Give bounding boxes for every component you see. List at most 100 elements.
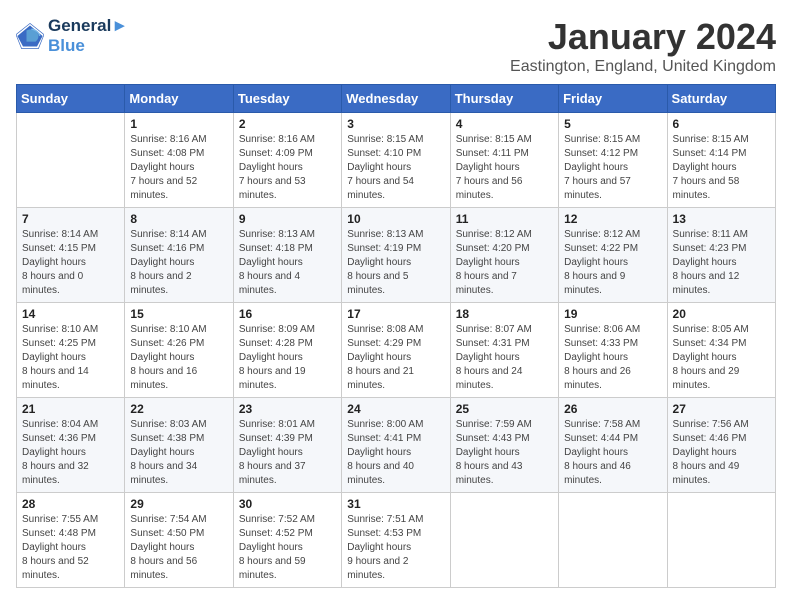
day-number: 18 [456, 307, 553, 321]
day-cell: 25Sunrise: 7:59 AMSunset: 4:43 PMDayligh… [450, 398, 558, 493]
day-info: Sunrise: 7:54 AMSunset: 4:50 PMDaylight … [130, 513, 227, 583]
day-number: 25 [456, 402, 553, 416]
day-info: Sunrise: 8:10 AMSunset: 4:25 PMDaylight … [22, 323, 119, 393]
day-info: Sunrise: 8:15 AMSunset: 4:10 PMDaylight … [347, 133, 444, 203]
day-cell: 1 Sunrise: 8:16 AMSunset: 4:08 PMDaylight… [125, 113, 233, 208]
day-cell: 16 Sunrise: 8:09 AMSunset: 4:28 PMDayligh… [233, 303, 341, 398]
day-info: Sunrise: 8:09 AMSunset: 4:28 PMDaylight … [239, 323, 336, 393]
day-info: Sunrise: 8:15 AMSunset: 4:12 PMDaylight … [564, 133, 661, 203]
day-number: 8 [130, 212, 227, 226]
day-info: Sunrise: 7:56 AMSunset: 4:46 PMDaylight … [673, 418, 770, 488]
day-number: 3 [347, 117, 444, 131]
day-info: Sunrise: 8:01 AMSunset: 4:39 PMDaylight … [239, 418, 336, 488]
day-info: Sunrise: 8:15 AMSunset: 4:14 PMDaylight … [673, 133, 770, 203]
week-row-4: 21Sunrise: 8:04 AMSunset: 4:36 PMDayligh… [17, 398, 776, 493]
day-number: 10 [347, 212, 444, 226]
column-header-friday: Friday [559, 85, 667, 113]
day-cell: 31 Sunrise: 7:51 AMSunset: 4:53 PMDayligh… [342, 493, 450, 588]
day-number: 13 [673, 212, 770, 226]
day-number: 9 [239, 212, 336, 226]
calendar-title: January 2024 [510, 16, 776, 58]
day-number: 31 [347, 497, 444, 511]
day-info: Sunrise: 8:16 AMSunset: 4:09 PMDaylight … [239, 133, 336, 203]
day-cell: 6 Sunrise: 8:15 AMSunset: 4:14 PMDaylight… [667, 113, 775, 208]
day-cell: 18Sunrise: 8:07 AMSunset: 4:31 PMDayligh… [450, 303, 558, 398]
day-cell: 20 Sunrise: 8:05 AMSunset: 4:34 PMDayligh… [667, 303, 775, 398]
day-info: Sunrise: 8:12 AMSunset: 4:22 PMDaylight … [564, 228, 661, 298]
day-number: 24 [347, 402, 444, 416]
column-header-monday: Monday [125, 85, 233, 113]
day-cell: 4 Sunrise: 8:15 AMSunset: 4:11 PMDaylight… [450, 113, 558, 208]
day-number: 5 [564, 117, 661, 131]
week-row-5: 28Sunrise: 7:55 AMSunset: 4:48 PMDayligh… [17, 493, 776, 588]
column-header-sunday: Sunday [17, 85, 125, 113]
day-cell: 17 Sunrise: 8:08 AMSunset: 4:29 PMDayligh… [342, 303, 450, 398]
day-cell: 27 Sunrise: 7:56 AMSunset: 4:46 PMDayligh… [667, 398, 775, 493]
column-header-saturday: Saturday [667, 85, 775, 113]
day-info: Sunrise: 8:08 AMSunset: 4:29 PMDaylight … [347, 323, 444, 393]
day-info: Sunrise: 8:00 AMSunset: 4:41 PMDaylight … [347, 418, 444, 488]
column-header-thursday: Thursday [450, 85, 558, 113]
title-block: January 2024 Eastington, England, United… [510, 16, 776, 76]
day-cell: 19 Sunrise: 8:06 AMSunset: 4:33 PMDayligh… [559, 303, 667, 398]
day-number: 23 [239, 402, 336, 416]
day-number: 20 [673, 307, 770, 321]
logo-text: General► Blue [48, 16, 128, 56]
day-cell: 3 Sunrise: 8:15 AMSunset: 4:10 PMDaylight… [342, 113, 450, 208]
day-info: Sunrise: 8:05 AMSunset: 4:34 PMDaylight … [673, 323, 770, 393]
day-info: Sunrise: 8:14 AMSunset: 4:16 PMDaylight … [130, 228, 227, 298]
day-number: 4 [456, 117, 553, 131]
day-info: Sunrise: 8:14 AMSunset: 4:15 PMDaylight … [22, 228, 119, 298]
calendar-subtitle: Eastington, England, United Kingdom [510, 58, 776, 76]
day-cell: 30 Sunrise: 7:52 AMSunset: 4:52 PMDayligh… [233, 493, 341, 588]
day-cell [17, 113, 125, 208]
header-row: SundayMondayTuesdayWednesdayThursdayFrid… [17, 85, 776, 113]
logo: General► Blue [16, 16, 128, 56]
day-info: Sunrise: 8:11 AMSunset: 4:23 PMDaylight … [673, 228, 770, 298]
day-cell: 12Sunrise: 8:12 AMSunset: 4:22 PMDayligh… [559, 208, 667, 303]
day-number: 7 [22, 212, 119, 226]
day-number: 15 [130, 307, 227, 321]
week-row-3: 14 Sunrise: 8:10 AMSunset: 4:25 PMDayligh… [17, 303, 776, 398]
column-header-tuesday: Tuesday [233, 85, 341, 113]
day-number: 14 [22, 307, 119, 321]
day-number: 22 [130, 402, 227, 416]
day-info: Sunrise: 8:06 AMSunset: 4:33 PMDaylight … [564, 323, 661, 393]
day-info: Sunrise: 8:10 AMSunset: 4:26 PMDaylight … [130, 323, 227, 393]
day-number: 1 [130, 117, 227, 131]
day-number: 17 [347, 307, 444, 321]
day-cell [559, 493, 667, 588]
day-cell: 8 Sunrise: 8:14 AMSunset: 4:16 PMDaylight… [125, 208, 233, 303]
day-cell: 2Sunrise: 8:16 AMSunset: 4:09 PMDaylight… [233, 113, 341, 208]
day-info: Sunrise: 7:51 AMSunset: 4:53 PMDaylight … [347, 513, 444, 583]
day-cell: 13 Sunrise: 8:11 AMSunset: 4:23 PMDayligh… [667, 208, 775, 303]
logo-icon [16, 22, 44, 50]
day-number: 16 [239, 307, 336, 321]
day-cell: 23 Sunrise: 8:01 AMSunset: 4:39 PMDayligh… [233, 398, 341, 493]
day-cell: 14 Sunrise: 8:10 AMSunset: 4:25 PMDayligh… [17, 303, 125, 398]
page-header: General► Blue January 2024 Eastington, E… [16, 16, 776, 76]
day-cell: 15 Sunrise: 8:10 AMSunset: 4:26 PMDayligh… [125, 303, 233, 398]
day-cell: 26Sunrise: 7:58 AMSunset: 4:44 PMDayligh… [559, 398, 667, 493]
day-cell: 24 Sunrise: 8:00 AMSunset: 4:41 PMDayligh… [342, 398, 450, 493]
day-number: 21 [22, 402, 119, 416]
day-number: 11 [456, 212, 553, 226]
day-number: 30 [239, 497, 336, 511]
day-cell: 7 Sunrise: 8:14 AMSunset: 4:15 PMDaylight… [17, 208, 125, 303]
day-cell [667, 493, 775, 588]
day-info: Sunrise: 8:16 AMSunset: 4:08 PMDaylight … [130, 133, 227, 203]
day-number: 6 [673, 117, 770, 131]
day-cell: 28Sunrise: 7:55 AMSunset: 4:48 PMDayligh… [17, 493, 125, 588]
day-cell: 22Sunrise: 8:03 AMSunset: 4:38 PMDayligh… [125, 398, 233, 493]
day-info: Sunrise: 8:13 AMSunset: 4:19 PMDaylight … [347, 228, 444, 298]
day-number: 19 [564, 307, 661, 321]
calendar-table: SundayMondayTuesdayWednesdayThursdayFrid… [16, 84, 776, 588]
day-cell [450, 493, 558, 588]
day-number: 26 [564, 402, 661, 416]
day-cell: 9 Sunrise: 8:13 AMSunset: 4:18 PMDaylight… [233, 208, 341, 303]
day-info: Sunrise: 7:52 AMSunset: 4:52 PMDaylight … [239, 513, 336, 583]
day-number: 27 [673, 402, 770, 416]
day-info: Sunrise: 8:13 AMSunset: 4:18 PMDaylight … [239, 228, 336, 298]
day-info: Sunrise: 8:15 AMSunset: 4:11 PMDaylight … [456, 133, 553, 203]
day-cell: 21Sunrise: 8:04 AMSunset: 4:36 PMDayligh… [17, 398, 125, 493]
